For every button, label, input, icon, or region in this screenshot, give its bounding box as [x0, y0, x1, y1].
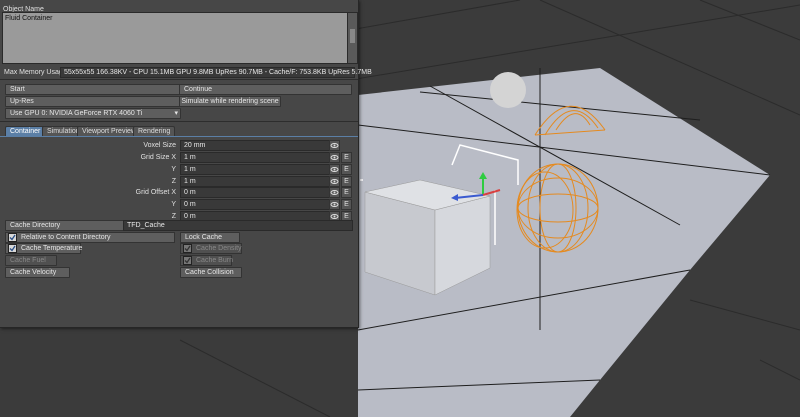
checkbox-checked-icon: [8, 233, 17, 242]
cache-velocity-button[interactable]: Cache Velocity: [5, 267, 70, 278]
eye-icon[interactable]: [329, 164, 340, 175]
cache-temperature-checkbox[interactable]: Cache Temperature: [5, 243, 83, 254]
max-memory-label: Max Memory Usage: [4, 69, 67, 76]
relative-to-content-checkbox[interactable]: Relative to Content Directory: [5, 232, 175, 243]
object-list-item[interactable]: Fluid Container: [5, 14, 52, 23]
tab-rendering[interactable]: Rendering: [133, 126, 176, 136]
grid-offset-x-label: Grid Offset X: [135, 189, 176, 196]
checkbox-checked-icon: [8, 244, 17, 253]
scrollbar-grip[interactable]: [350, 29, 355, 43]
eye-icon[interactable]: [329, 187, 340, 198]
cache-directory-field[interactable]: TFD_Cache: [123, 220, 353, 231]
envelope-button[interactable]: E: [341, 152, 352, 163]
tab-container[interactable]: Container: [5, 126, 46, 136]
max-memory-value: 55x55x55 166.38KV - CPU 15.1MB GPU 9.8MB…: [60, 67, 372, 78]
voxel-size-field[interactable]: 20 mm: [180, 140, 330, 151]
object-list[interactable]: Fluid Container: [2, 12, 348, 64]
cache-directory-button[interactable]: Cache Directory: [5, 220, 125, 231]
start-button[interactable]: Start: [5, 84, 181, 95]
grid-size-x-label: Grid Size X: [140, 154, 176, 161]
lock-cache-button[interactable]: Lock Cache: [180, 232, 240, 243]
cache-density-checkbox: Cache Density: [180, 243, 242, 254]
checkbox-checked-icon: [183, 244, 192, 253]
upres-button[interactable]: Up-Res: [5, 96, 181, 107]
grid-offset-y-label: Y: [171, 201, 176, 208]
continue-button[interactable]: Continue: [179, 84, 352, 95]
gpu-select[interactable]: Use GPU 0: NVIDIA GeForce RTX 4060 Ti ▾: [5, 108, 181, 119]
cache-density-label: Cache Density: [196, 245, 242, 252]
envelope-button[interactable]: E: [341, 176, 352, 187]
tab-underline: [0, 136, 358, 137]
eye-icon[interactable]: [329, 140, 340, 151]
divider: [0, 121, 358, 122]
eye-icon[interactable]: [329, 152, 340, 163]
cache-temperature-label: Cache Temperature: [21, 245, 83, 252]
envelope-button[interactable]: E: [341, 187, 352, 198]
grid-offset-y-field[interactable]: 0 m: [180, 199, 330, 210]
object-list-scrollbar[interactable]: [347, 12, 358, 64]
cache-burn-checkbox: Cache Burn: [180, 255, 233, 266]
cache-fuel-button: Cache Fuel: [5, 255, 57, 266]
fluid-properties-panel: Object Name Fluid Container Max Memory U…: [0, 0, 372, 328]
envelope-button[interactable]: E: [341, 199, 352, 210]
voxel-size-label: Voxel Size: [143, 142, 176, 149]
grid-size-z-field[interactable]: 1 m: [180, 176, 330, 187]
chevron-down-icon: ▾: [174, 110, 178, 117]
grid-size-y-label: Y: [171, 166, 176, 173]
grid-size-x-field[interactable]: 1 m: [180, 152, 330, 163]
eye-icon[interactable]: [329, 199, 340, 210]
tab-viewport-preview[interactable]: Viewport Preview: [77, 126, 141, 136]
simulate-while-rendering-button[interactable]: Simulate while rendering scene: [179, 96, 281, 107]
checkbox-checked-icon: [183, 256, 192, 265]
eye-icon[interactable]: [329, 176, 340, 187]
grid-size-z-label: Z: [171, 178, 176, 185]
cache-burn-label: Cache Burn: [196, 257, 233, 264]
sphere-object: [490, 72, 526, 108]
relative-to-content-label: Relative to Content Directory: [21, 234, 111, 241]
gpu-select-value: Use GPU 0: NVIDIA GeForce RTX 4060 Ti: [10, 110, 143, 117]
cache-collision-button[interactable]: Cache Collision: [180, 267, 242, 278]
grid-size-y-field[interactable]: 1 m: [180, 164, 330, 175]
envelope-button[interactable]: E: [341, 164, 352, 175]
divider: [0, 79, 358, 80]
grid-offset-x-field[interactable]: 0 m: [180, 187, 330, 198]
